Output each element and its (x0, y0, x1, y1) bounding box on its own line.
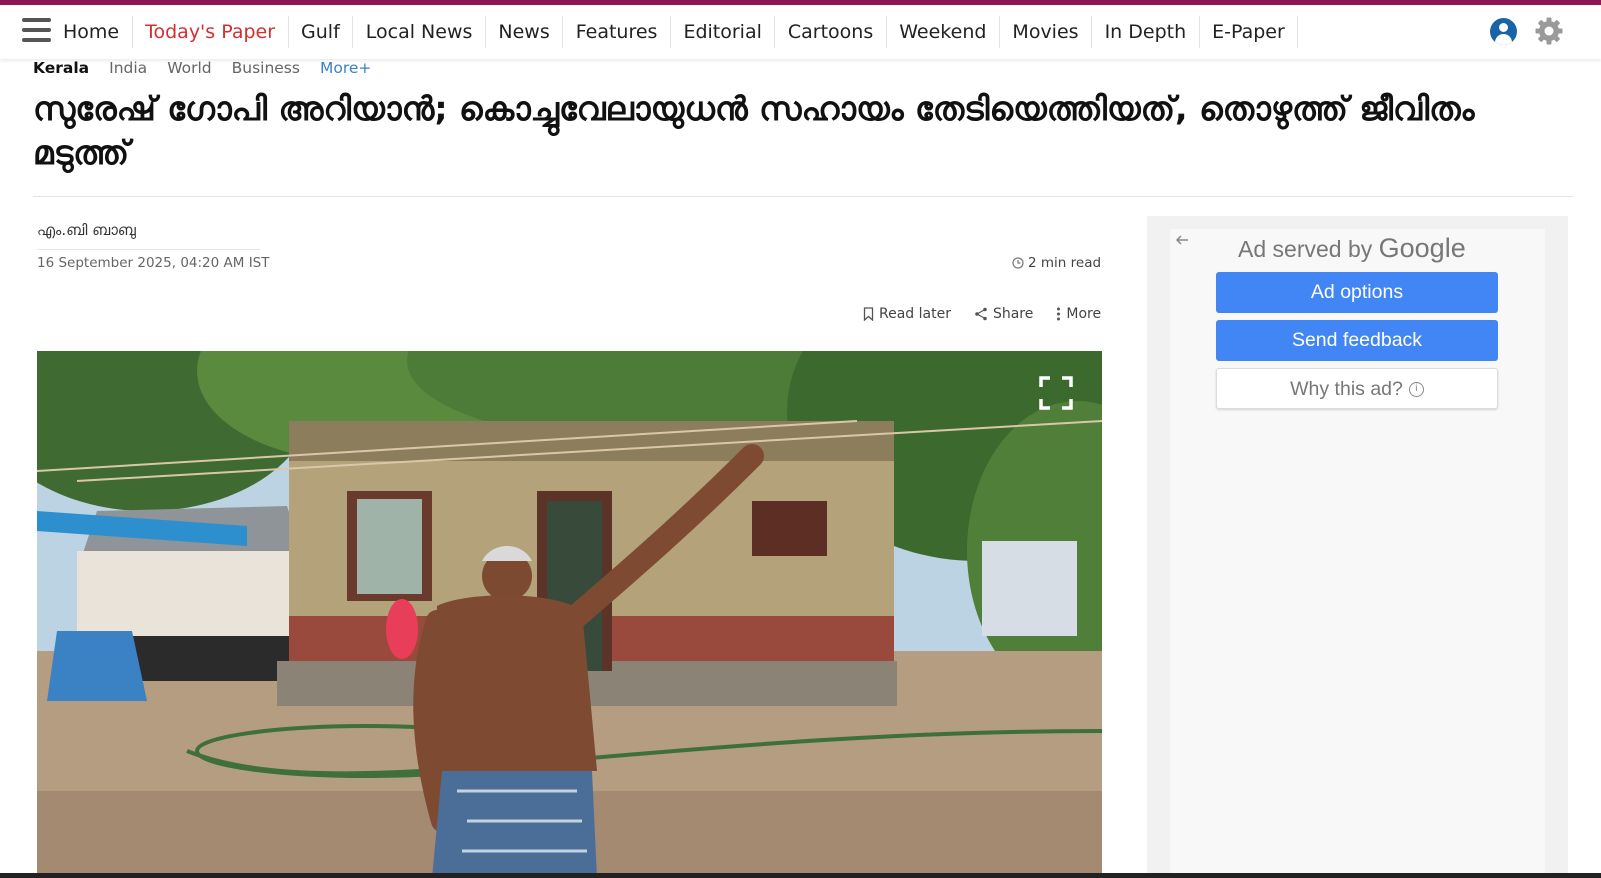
back-arrow-icon[interactable] (1174, 232, 1190, 248)
article-photo[interactable] (37, 351, 1102, 878)
expand-fullscreen-icon[interactable] (1038, 375, 1074, 411)
more-vertical-icon (1057, 307, 1061, 321)
gear-icon[interactable] (1534, 16, 1564, 46)
clock-icon (1012, 257, 1024, 269)
share-icon (975, 307, 987, 321)
nav-cartoons[interactable]: Cartoons (775, 16, 887, 48)
nav-e-paper[interactable]: E-Paper (1200, 16, 1299, 48)
byline-divider (37, 249, 260, 250)
why-this-ad-button[interactable]: Why this ad? i (1216, 368, 1498, 409)
subnav-world[interactable]: World (167, 59, 211, 77)
bookmark-icon (863, 307, 874, 321)
ad-served-by: Ad served by Google (1238, 233, 1466, 264)
nav-weekend[interactable]: Weekend (887, 16, 1000, 48)
subnav-business[interactable]: Business (232, 59, 300, 77)
read-time: 2 min read (1012, 255, 1101, 271)
why-this-ad-label: Why this ad? (1290, 378, 1403, 400)
article-actions: Read later Share More (863, 306, 1101, 322)
more-label: More (1066, 306, 1102, 322)
google-logo: Google (1378, 233, 1466, 263)
nav-local-news[interactable]: Local News (353, 16, 486, 48)
read-time-label: 2 min read (1028, 255, 1102, 271)
share-button[interactable]: Share (974, 306, 1033, 322)
section-subnav: Kerala India World Business More+ (33, 57, 391, 79)
top-navigation: Home Today's Paper Gulf Local News News … (0, 5, 1601, 59)
publish-date: 16 September 2025, 04:20 AM IST (37, 255, 270, 271)
subnav-more-link[interactable]: More+ (320, 59, 371, 77)
nav-movies[interactable]: Movies (1000, 16, 1093, 48)
ad-options-button[interactable]: Ad options (1216, 272, 1498, 313)
author-byline[interactable]: എം.ബി ബാബു (37, 221, 136, 239)
article-headline: സുരേഷ് ഗോപി അറിയാൻ; കൊച്ചുവേലായുധൻ സഹായം… (33, 89, 1475, 172)
hamburger-menu-icon[interactable] (22, 18, 51, 44)
nav-home[interactable]: Home (51, 16, 133, 48)
info-icon: i (1408, 382, 1424, 398)
nav-news[interactable]: News (486, 16, 564, 48)
nav-editorial[interactable]: Editorial (671, 16, 776, 48)
nav-todays-paper[interactable]: Today's Paper (133, 16, 289, 48)
nav-gulf[interactable]: Gulf (289, 16, 354, 48)
bottom-edge (0, 873, 1601, 878)
user-account-icon[interactable] (1490, 18, 1517, 45)
more-options-button[interactable]: More (1056, 306, 1101, 322)
headline-divider (33, 196, 1573, 197)
nav-links: Home Today's Paper Gulf Local News News … (51, 5, 1299, 59)
subnav-kerala[interactable]: Kerala (33, 59, 89, 77)
read-later-button[interactable]: Read later (863, 306, 951, 322)
read-later-label: Read later (879, 306, 951, 322)
send-feedback-button[interactable]: Send feedback (1216, 320, 1498, 361)
nav-in-depth[interactable]: In Depth (1092, 16, 1200, 48)
ad-served-label: Ad served by (1238, 236, 1373, 262)
share-label: Share (992, 306, 1034, 322)
subnav-india[interactable]: India (109, 59, 147, 77)
nav-features[interactable]: Features (563, 16, 671, 48)
